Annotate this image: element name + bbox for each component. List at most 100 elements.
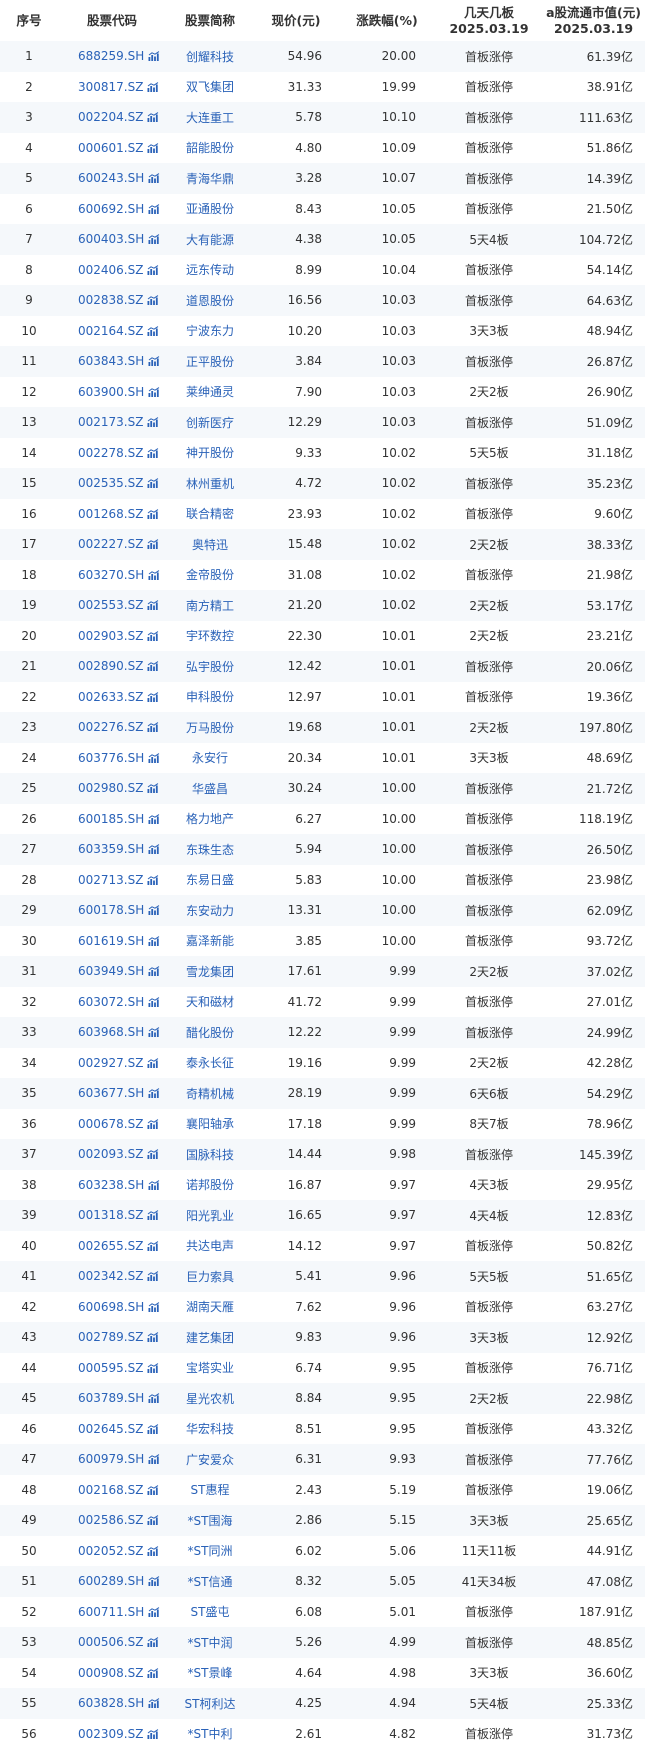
stock-code-link[interactable]: 000908.SZ <box>78 1666 143 1680</box>
stock-name-link[interactable]: 宇环数控 <box>186 629 234 643</box>
trend-chart-icon[interactable] <box>148 355 160 367</box>
stock-code-cell[interactable]: 001268.SZ <box>58 498 166 529</box>
trend-chart-icon[interactable] <box>147 1636 159 1648</box>
table-row[interactable]: 20 002903.SZ 宇环数控 22.30 10.01 2天2板 23.21亿 <box>0 620 645 651</box>
stock-code-link[interactable]: 000678.SZ <box>78 1117 143 1131</box>
stock-name-cell[interactable]: 奇精机械 <box>166 1078 254 1109</box>
stock-code-link[interactable]: 002168.SZ <box>78 1483 143 1497</box>
table-row[interactable]: 37 002093.SZ 国脉科技 14.44 9.98 首板涨停 145.39亿 <box>0 1139 645 1170</box>
stock-code-cell[interactable]: 002586.SZ <box>58 1505 166 1536</box>
table-row[interactable]: 45 603789.SH 星光农机 8.84 9.95 2天2板 22.98亿 <box>0 1383 645 1414</box>
stock-name-link[interactable]: 金帝股份 <box>186 568 234 582</box>
trend-chart-icon[interactable] <box>148 569 160 580</box>
stock-name-link[interactable]: 大连重工 <box>186 111 234 125</box>
trend-chart-icon[interactable] <box>148 172 160 184</box>
table-row[interactable]: 31 603949.SH 雪龙集团 17.61 9.99 2天2板 37.02亿 <box>0 956 645 987</box>
stock-name-cell[interactable]: 韶能股份 <box>166 132 254 163</box>
trend-chart-icon[interactable] <box>148 904 160 916</box>
stock-code-link[interactable]: 600185.SH <box>78 812 144 826</box>
stock-name-link[interactable]: 东安动力 <box>186 904 234 918</box>
table-row[interactable]: 34 002927.SZ 泰永长征 19.16 9.99 2天2板 42.28亿 <box>0 1047 645 1078</box>
trend-chart-icon[interactable] <box>148 752 160 763</box>
stock-code-link[interactable]: 603072.SH <box>78 995 144 1009</box>
stock-code-link[interactable]: 002586.SZ <box>78 1513 143 1527</box>
stock-code-cell[interactable]: 002927.SZ <box>58 1047 166 1078</box>
trend-chart-icon[interactable] <box>147 874 159 885</box>
table-row[interactable]: 36 000678.SZ 襄阳轴承 17.18 9.99 8天7板 78.96亿 <box>0 1108 645 1139</box>
table-row[interactable]: 50 002052.SZ *ST同洲 6.02 5.06 11天11板 44.91亿 <box>0 1535 645 1566</box>
stock-code-cell[interactable]: 600289.SH <box>58 1566 166 1597</box>
trend-chart-icon[interactable] <box>148 386 160 397</box>
stock-name-link[interactable]: 青海华鼎 <box>186 172 234 186</box>
stock-code-link[interactable]: 002535.SZ <box>78 476 143 490</box>
trend-chart-icon[interactable] <box>148 935 160 946</box>
stock-name-cell[interactable]: 正平股份 <box>166 346 254 377</box>
stock-code-link[interactable]: 001268.SZ <box>78 507 143 521</box>
stock-code-link[interactable]: 600178.SH <box>78 903 144 917</box>
table-row[interactable]: 24 603776.SH 永安行 20.34 10.01 3天3板 48.69亿 <box>0 742 645 773</box>
stock-name-cell[interactable]: 宇环数控 <box>166 620 254 651</box>
stock-code-cell[interactable]: 300817.SZ <box>58 71 166 102</box>
stock-code-link[interactable]: 002890.SZ <box>78 659 143 673</box>
trend-chart-icon[interactable] <box>147 1209 159 1221</box>
stock-name-link[interactable]: 东易日盛 <box>186 873 234 887</box>
table-row[interactable]: 40 002655.SZ 共达电声 14.12 9.97 首板涨停 50.82亿 <box>0 1230 645 1261</box>
table-row[interactable]: 42 600698.SH 湖南天雁 7.62 9.96 首板涨停 63.27亿 <box>0 1291 645 1322</box>
trend-chart-icon[interactable] <box>148 843 160 855</box>
stock-code-cell[interactable]: 002204.SZ <box>58 102 166 133</box>
stock-name-link[interactable]: 莱绅通灵 <box>186 385 234 399</box>
stock-name-cell[interactable]: *ST中润 <box>166 1627 254 1658</box>
stock-name-link[interactable]: 华宏科技 <box>186 1422 234 1436</box>
trend-chart-icon[interactable] <box>147 1728 159 1739</box>
table-row[interactable]: 21 002890.SZ 弘宇股份 12.42 10.01 首板涨停 20.06亿 <box>0 651 645 682</box>
stock-name-cell[interactable]: 东安动力 <box>166 895 254 926</box>
trend-chart-icon[interactable] <box>147 599 159 611</box>
stock-code-link[interactable]: 002553.SZ <box>78 598 143 612</box>
trend-chart-icon[interactable] <box>147 264 159 275</box>
stock-code-cell[interactable]: 603900.SH <box>58 376 166 407</box>
trend-chart-icon[interactable] <box>147 1270 159 1282</box>
stock-name-cell[interactable]: 湖南天雁 <box>166 1291 254 1322</box>
stock-name-cell[interactable]: *ST围海 <box>166 1505 254 1536</box>
stock-code-cell[interactable]: 601619.SH <box>58 925 166 956</box>
table-row[interactable]: 29 600178.SH 东安动力 13.31 10.00 首板涨停 62.09亿 <box>0 895 645 926</box>
stock-name-cell[interactable]: 华宏科技 <box>166 1413 254 1444</box>
stock-code-cell[interactable]: 002052.SZ <box>58 1535 166 1566</box>
stock-name-cell[interactable]: 亚通股份 <box>166 193 254 224</box>
stock-code-link[interactable]: 603900.SH <box>78 385 144 399</box>
table-row[interactable]: 11 603843.SH 正平股份 3.84 10.03 首板涨停 26.87亿 <box>0 346 645 377</box>
stock-code-cell[interactable]: 600979.SH <box>58 1444 166 1475</box>
stock-name-link[interactable]: 道恩股份 <box>186 294 234 308</box>
stock-code-cell[interactable]: 603789.SH <box>58 1383 166 1414</box>
stock-name-cell[interactable]: 东珠生态 <box>166 834 254 865</box>
stock-code-cell[interactable]: 603968.SH <box>58 1017 166 1048</box>
stock-name-cell[interactable]: ST惠程 <box>166 1474 254 1505</box>
trend-chart-icon[interactable] <box>148 996 160 1007</box>
stock-name-link[interactable]: 韶能股份 <box>186 141 234 155</box>
stock-code-link[interactable]: 002789.SZ <box>78 1330 143 1344</box>
stock-name-link[interactable]: 南方精工 <box>186 599 234 613</box>
stock-name-link[interactable]: 阳光乳业 <box>186 1209 234 1223</box>
table-row[interactable]: 53 000506.SZ *ST中润 5.26 4.99 首板涨停 48.85亿 <box>0 1627 645 1658</box>
stock-name-link[interactable]: 万马股份 <box>186 721 234 735</box>
stock-name-cell[interactable]: 广安爱众 <box>166 1444 254 1475</box>
stock-name-cell[interactable]: ST柯利达 <box>166 1688 254 1719</box>
stock-code-cell[interactable]: 000601.SZ <box>58 132 166 163</box>
stock-name-link[interactable]: 星光农机 <box>186 1392 234 1406</box>
stock-code-link[interactable]: 002406.SZ <box>78 263 143 277</box>
stock-code-link[interactable]: 603359.SH <box>78 842 144 856</box>
stock-code-link[interactable]: 002278.SZ <box>78 446 143 460</box>
stock-code-cell[interactable]: 600698.SH <box>58 1291 166 1322</box>
table-row[interactable]: 1 688259.SH 创耀科技 54.96 20.00 首板涨停 61.39亿 <box>0 41 645 72</box>
stock-name-link[interactable]: 华盛昌 <box>192 782 228 796</box>
stock-code-cell[interactable]: 001318.SZ <box>58 1200 166 1231</box>
stock-code-link[interactable]: 002655.SZ <box>78 1239 143 1253</box>
stock-code-link[interactable]: 300817.SZ <box>78 80 143 94</box>
table-row[interactable]: 13 002173.SZ 创新医疗 12.29 10.03 首板涨停 51.09亿 <box>0 407 645 438</box>
stock-name-link[interactable]: 国脉科技 <box>186 1148 234 1162</box>
stock-code-link[interactable]: 600979.SH <box>78 1452 144 1466</box>
trend-chart-icon[interactable] <box>147 630 159 641</box>
stock-code-link[interactable]: 002204.SZ <box>78 110 143 124</box>
trend-chart-icon[interactable] <box>147 142 159 153</box>
table-row[interactable]: 54 000908.SZ *ST景峰 4.64 4.98 3天3板 36.60亿 <box>0 1657 645 1688</box>
